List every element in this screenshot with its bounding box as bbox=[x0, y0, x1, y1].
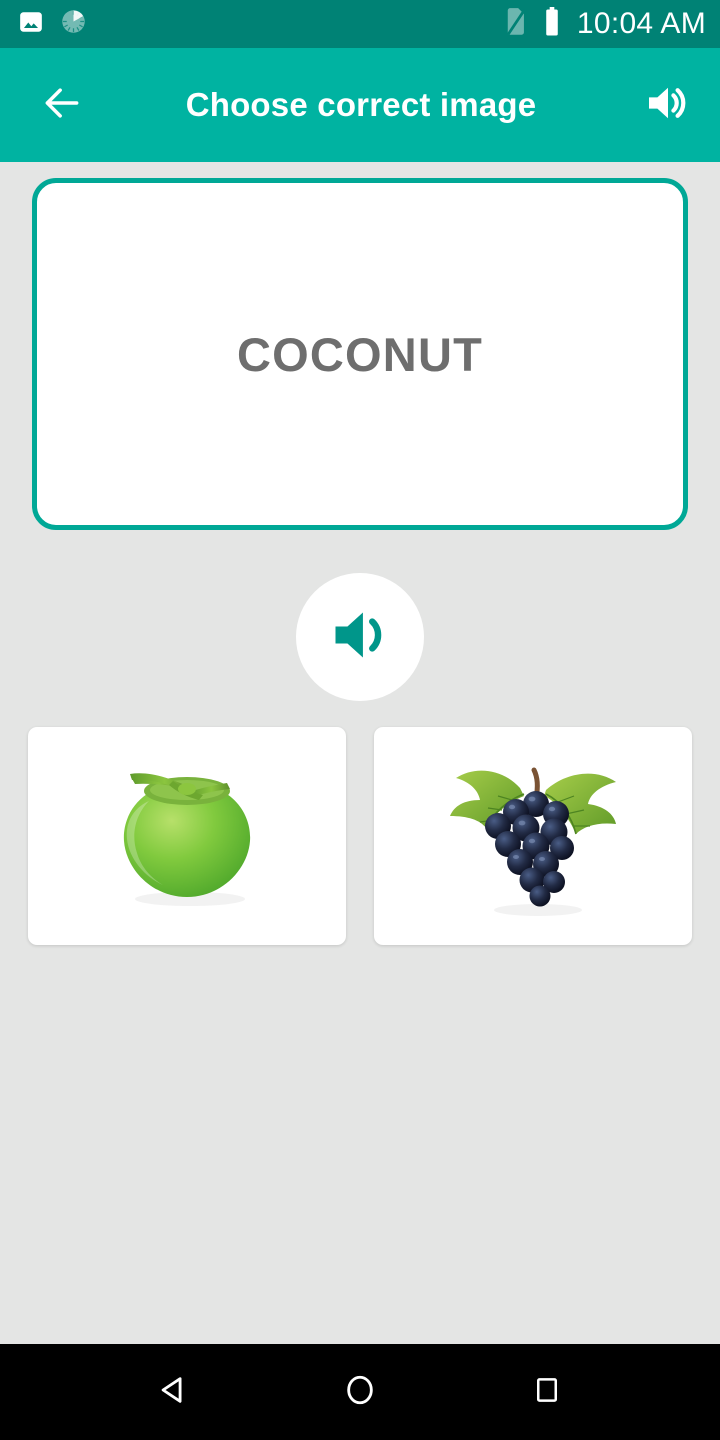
app-bar-sound-button[interactable] bbox=[638, 77, 694, 133]
app-bar: Choose correct image bbox=[0, 48, 720, 162]
option-card-coconut[interactable] bbox=[28, 727, 346, 945]
arrow-left-icon bbox=[40, 81, 84, 130]
status-bar-clock: 10:04 AM bbox=[576, 7, 706, 40]
black-grapes-image bbox=[428, 744, 638, 929]
triangle-back-icon bbox=[156, 1373, 190, 1412]
word-prompt-card: COCONUT bbox=[32, 178, 688, 530]
nav-home-button[interactable] bbox=[321, 1353, 399, 1431]
speak-word-button[interactable] bbox=[296, 573, 424, 701]
volume-up-icon bbox=[325, 600, 395, 675]
nav-recents-button[interactable] bbox=[508, 1353, 586, 1431]
battery-full-icon bbox=[543, 6, 561, 42]
sync-progress-icon bbox=[60, 8, 87, 40]
android-nav-bar bbox=[0, 1344, 720, 1440]
page-title: Choose correct image bbox=[185, 86, 537, 123]
word-prompt-text: COCONUT bbox=[237, 327, 483, 381]
green-coconut-image bbox=[87, 749, 287, 924]
volume-up-icon bbox=[642, 79, 690, 132]
quiz-content: COCONUT bbox=[0, 162, 720, 1344]
answer-options bbox=[28, 727, 692, 945]
no-sim-icon bbox=[505, 7, 529, 42]
back-button[interactable] bbox=[34, 77, 90, 133]
status-bar-left-icons bbox=[18, 8, 87, 40]
image-icon bbox=[18, 9, 44, 40]
status-bar-right-icons: 10:04 AM bbox=[505, 6, 706, 42]
nav-back-button[interactable] bbox=[134, 1353, 212, 1431]
circle-home-icon bbox=[343, 1373, 377, 1412]
status-bar: 10:04 AM bbox=[0, 0, 720, 48]
app-root: 10:04 AM Choose correct image COCONUT bbox=[0, 0, 720, 1440]
square-recents-icon bbox=[532, 1375, 562, 1410]
option-card-grapes[interactable] bbox=[374, 727, 692, 945]
